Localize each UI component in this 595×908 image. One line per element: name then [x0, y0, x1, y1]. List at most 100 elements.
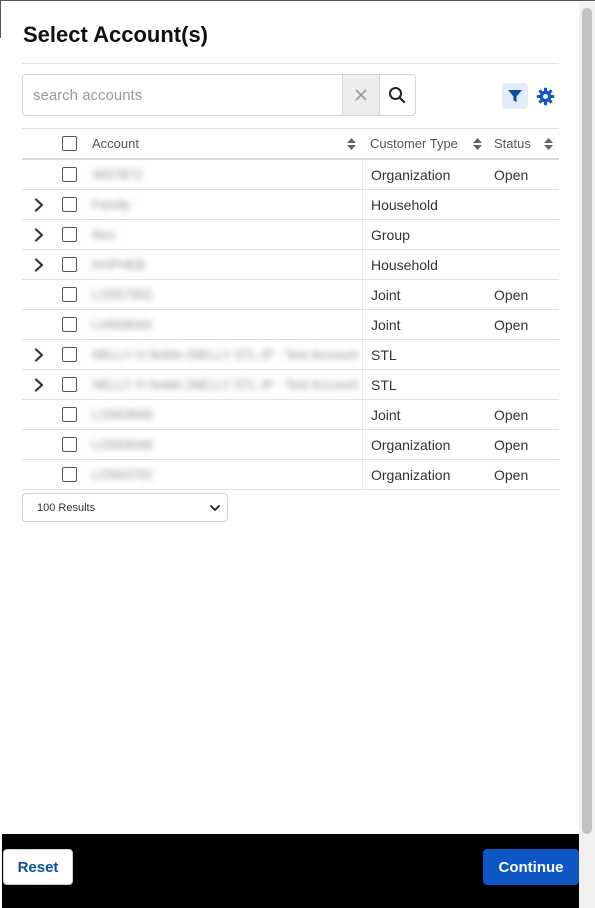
- status-cell: Open: [494, 436, 529, 453]
- select-all-cell: [60, 129, 78, 158]
- table-header: Account Customer Type Status: [22, 128, 559, 160]
- row-select-cell: [60, 400, 78, 429]
- row-checkbox[interactable]: [61, 167, 77, 182]
- account-name: NELLY H Noble (NELLY STL IP - Test Accou…: [92, 377, 359, 392]
- chevron-right-icon[interactable]: [32, 257, 46, 272]
- search-input[interactable]: [23, 75, 341, 115]
- customer-type-cell: STL: [362, 370, 488, 399]
- filter-button[interactable]: [502, 83, 528, 109]
- chevron-right-icon[interactable]: [32, 227, 46, 242]
- table-row[interactable]: 4007872 Organization Open: [22, 160, 559, 190]
- status-cell: Open: [494, 406, 529, 423]
- status-cell: [488, 220, 559, 249]
- account-name: NELLY H Noble (NELLY STL IP - Test Accou…: [92, 347, 359, 362]
- account-cell: LH558043: [92, 310, 362, 339]
- chevron-right-icon[interactable]: [32, 197, 46, 212]
- scrollbar[interactable]: [579, 2, 595, 908]
- table-row[interactable]: Rex Group: [22, 220, 559, 250]
- column-header-customer-type[interactable]: Customer Type: [362, 129, 488, 158]
- row-select-cell: [60, 370, 78, 399]
- sort-icon[interactable]: [544, 138, 553, 150]
- customer-type-cell: Household: [362, 250, 488, 279]
- status-cell: [488, 340, 559, 369]
- account-name: KHPHEB: [92, 257, 146, 272]
- accounts-table: Account Customer Type Status 4007872 Orga…: [22, 128, 559, 490]
- row-select-cell: [60, 250, 78, 279]
- account-name: LO563762: [92, 467, 153, 482]
- status-cell: [488, 250, 559, 279]
- window-left-border: [0, 0, 1, 38]
- sort-icon[interactable]: [473, 138, 482, 150]
- row-checkbox[interactable]: [61, 437, 77, 452]
- column-header-account[interactable]: Account: [92, 129, 362, 158]
- scrollbar-thumb[interactable]: [582, 8, 592, 834]
- table-row[interactable]: LO563849 Joint Open: [22, 400, 559, 430]
- customer-type-cell: Joint: [362, 310, 488, 339]
- search-button[interactable]: [379, 75, 415, 115]
- clear-search-button[interactable]: [342, 75, 380, 115]
- row-checkbox[interactable]: [61, 467, 77, 482]
- filter-icon: [508, 90, 522, 102]
- table-row[interactable]: NELLY H Noble (NELLY STL IP - Test Accou…: [22, 370, 559, 400]
- status-cell: Open: [494, 286, 529, 303]
- expand-cell: [28, 190, 50, 219]
- column-header-status-label: Status: [494, 136, 531, 151]
- reset-button[interactable]: Reset: [3, 849, 73, 885]
- status-cell: [488, 190, 559, 219]
- account-name: Family: [92, 197, 131, 212]
- customer-type-cell: Joint: [362, 280, 488, 309]
- table-row[interactable]: NELLY H Noble (NELLY STL IP - Test Accou…: [22, 340, 559, 370]
- account-cell: LO563849: [92, 400, 362, 429]
- table-row[interactable]: Family Household: [22, 190, 559, 220]
- row-select-cell: [60, 160, 78, 189]
- column-header-customer-type-label: Customer Type: [370, 136, 458, 151]
- table-row[interactable]: LO563762 Organization Open: [22, 460, 559, 490]
- row-select-cell: [60, 340, 78, 369]
- account-cell: NELLY H Noble (NELLY STL IP - Test Accou…: [92, 370, 362, 399]
- gear-icon: [536, 87, 554, 105]
- row-select-cell: [60, 310, 78, 339]
- row-checkbox[interactable]: [61, 197, 77, 212]
- table-row[interactable]: LO557952 Joint Open: [22, 280, 559, 310]
- status-cell: [488, 370, 559, 399]
- dialog-title: Select Account(s): [23, 22, 209, 47]
- settings-button[interactable]: [535, 86, 555, 106]
- account-cell: KHPHEB: [92, 250, 362, 279]
- row-select-cell: [60, 430, 78, 459]
- column-header-status[interactable]: Status: [488, 129, 559, 158]
- account-name: LO557952: [92, 287, 153, 302]
- select-all-checkbox[interactable]: [61, 136, 77, 151]
- account-name: 4007872: [92, 167, 143, 182]
- row-checkbox[interactable]: [61, 347, 77, 362]
- chevron-down-icon: [210, 505, 220, 511]
- chevron-right-icon[interactable]: [32, 347, 46, 362]
- account-cell: LO563762: [92, 460, 362, 489]
- expand-cell: [28, 160, 50, 189]
- table-row[interactable]: LH558043 Joint Open: [22, 310, 559, 340]
- customer-type-cell: Joint: [362, 400, 488, 429]
- table-row[interactable]: KHPHEB Household: [22, 250, 559, 280]
- chevron-right-icon[interactable]: [32, 377, 46, 392]
- close-icon: [355, 89, 367, 101]
- results-per-page-select[interactable]: 100 Results: [22, 493, 228, 522]
- search-box: [22, 74, 416, 116]
- account-cell: NELLY H Noble (NELLY STL IP - Test Accou…: [92, 340, 362, 369]
- sort-icon[interactable]: [347, 138, 356, 150]
- account-cell: Rex: [92, 220, 362, 249]
- row-checkbox[interactable]: [61, 287, 77, 302]
- continue-button[interactable]: Continue: [483, 849, 579, 885]
- row-checkbox[interactable]: [61, 227, 77, 242]
- customer-type-cell: Organization: [362, 430, 488, 459]
- expand-cell: [28, 250, 50, 279]
- row-checkbox[interactable]: [61, 257, 77, 272]
- table-row[interactable]: LO563049 Organization Open: [22, 430, 559, 460]
- customer-type-cell: Organization: [362, 460, 488, 489]
- expand-cell: [28, 430, 50, 459]
- row-select-cell: [60, 220, 78, 249]
- row-checkbox[interactable]: [61, 377, 77, 392]
- row-checkbox[interactable]: [61, 407, 77, 422]
- status-cell: Open: [494, 166, 529, 183]
- account-cell: LO563049: [92, 430, 362, 459]
- expand-cell: [28, 310, 50, 339]
- row-checkbox[interactable]: [61, 317, 77, 332]
